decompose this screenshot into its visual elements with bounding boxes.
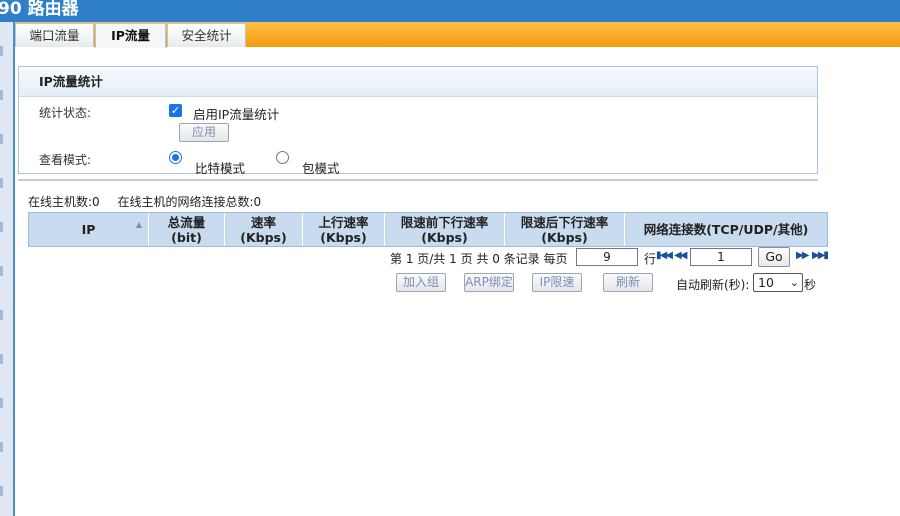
enable-stats-checkbox[interactable]: ✓: [169, 104, 182, 117]
column-header-upload-rate[interactable]: 上行速率 (Kbps): [303, 213, 385, 246]
next-page-icon[interactable]: ▶▶: [796, 250, 809, 261]
pager-info: 第 1 页/共 1 页 共 0 条记录 每页: [390, 252, 568, 266]
first-page-icon[interactable]: ▮◀◀: [656, 250, 673, 261]
bit-mode-radio[interactable]: [169, 151, 182, 164]
refresh-button[interactable]: 刷新: [603, 273, 653, 292]
bit-mode-label: 比特模式: [195, 161, 246, 176]
row-unit-label: 行: [644, 252, 657, 266]
arp-bind-button[interactable]: ARP绑定: [464, 273, 514, 292]
title-bar: 90 路由器: [0, 0, 900, 22]
column-header-download-before-limit[interactable]: 限速前下行速率 (Kbps): [385, 213, 505, 246]
column-header-download-after-limit[interactable]: 限速后下行速率 (Kbps): [505, 213, 625, 246]
column-header-ip[interactable]: IP ▲: [29, 213, 149, 246]
status-label: 统计状态:: [39, 106, 92, 120]
column-header-connections[interactable]: 网络连接数(TCP/UDP/其他): [625, 213, 827, 246]
column-header-total-traffic[interactable]: 总流量 (bit): [149, 213, 225, 246]
pagination: 第 1 页/共 1 页 共 0 条记录 每页 9 行 ▮◀◀ ◀◀ 1 Go ▶…: [380, 247, 830, 269]
apply-button[interactable]: 应用: [179, 123, 229, 142]
auto-refresh-select[interactable]: 10 ⌄: [753, 273, 803, 292]
seconds-unit-label: 秒: [804, 278, 817, 292]
add-group-button[interactable]: 加入组: [396, 273, 446, 292]
panel-title: IP流量统计: [19, 67, 817, 97]
per-page-input[interactable]: 9: [576, 248, 638, 266]
online-hosts-count: 在线主机数:0: [28, 195, 100, 209]
online-connections-count: 在线主机的网络连接总数:0: [117, 195, 262, 209]
packet-mode-radio[interactable]: [276, 151, 289, 164]
auto-refresh-label: 自动刷新(秒):: [676, 278, 750, 292]
prev-page-icon[interactable]: ◀◀: [674, 250, 687, 261]
tab-security-stats[interactable]: 安全统计: [167, 23, 246, 47]
ip-limit-button[interactable]: IP限速: [532, 273, 582, 292]
sort-icon: ▲: [135, 220, 142, 229]
section-divider: [18, 179, 818, 181]
page-number-input[interactable]: 1: [690, 248, 752, 266]
packet-mode-label: 包模式: [302, 161, 340, 176]
left-frame: [0, 22, 13, 516]
frame-divider: [13, 22, 15, 516]
chevron-down-icon: ⌄: [789, 276, 799, 289]
enable-stats-label: 启用IP流量统计: [193, 107, 280, 122]
app-title: 90 路由器: [0, 0, 79, 19]
go-button[interactable]: Go: [758, 247, 790, 267]
view-mode-label: 查看模式:: [39, 153, 92, 167]
tab-bar: 端口流量 IP流量 安全统计: [15, 22, 900, 48]
ip-traffic-table-header: IP ▲ 总流量 (bit) 速率 (Kbps) 上行速率 (Kbps) 限速前…: [28, 212, 828, 247]
column-header-rate[interactable]: 速率 (Kbps): [225, 213, 303, 246]
tab-port-traffic[interactable]: 端口流量: [15, 23, 94, 47]
ip-traffic-panel: IP流量统计 统计状态: ✓ 启用IP流量统计 应用 查看模式: 比特模式 包模…: [18, 66, 818, 176]
last-page-icon[interactable]: ▶▶▮: [812, 250, 829, 261]
online-summary: 在线主机数:0 在线主机的网络连接总数:0: [28, 193, 275, 210]
tab-ip-traffic[interactable]: IP流量: [95, 23, 166, 48]
